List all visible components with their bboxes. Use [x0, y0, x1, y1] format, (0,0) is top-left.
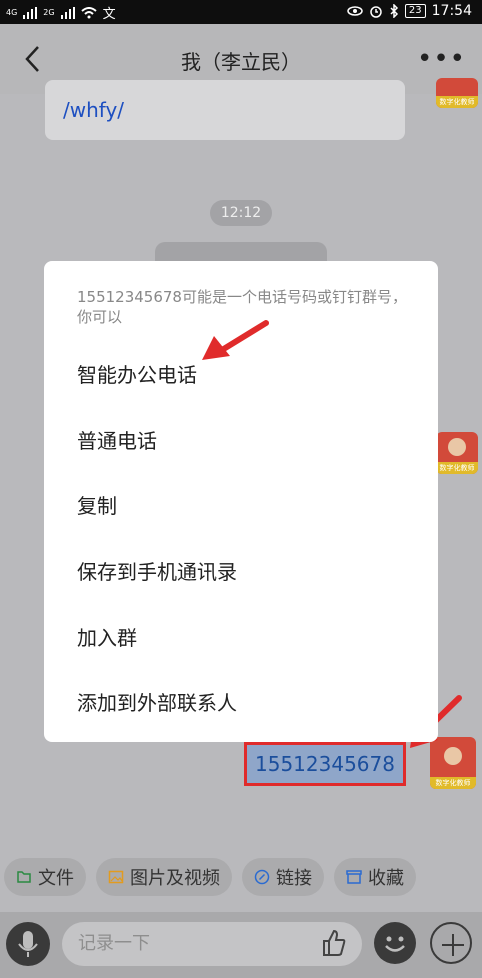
image-icon [108, 870, 124, 884]
menu-item-normal-call[interactable]: 普通电话 [77, 425, 397, 454]
signal-icon [60, 6, 75, 19]
avatar-tag: 数字化教师 [436, 462, 478, 474]
avatar-face [448, 438, 466, 456]
input-placeholder: 记录一下 [78, 933, 150, 954]
phone-number-message[interactable]: 15512345678 [244, 742, 406, 786]
emoji-icon [385, 936, 405, 952]
more-options-icon[interactable]: ••• [417, 44, 466, 74]
quick-action-media[interactable]: 图片及视频 [96, 858, 232, 896]
message-link-text[interactable]: /whfy/ [63, 98, 124, 122]
alarm-icon [370, 6, 382, 18]
menu-item-save-contact[interactable]: 保存到手机通讯录 [77, 556, 397, 585]
annotation-arrow-icon [202, 320, 269, 360]
signal-2g-label: 2G [43, 8, 55, 17]
status-bar: 4G 2G 文 23 17:54 [0, 0, 482, 24]
thumbs-up-icon[interactable] [322, 928, 346, 958]
battery-indicator: 23 [404, 4, 426, 18]
microphone-icon [18, 931, 38, 957]
link-icon [254, 869, 270, 885]
bluetooth-icon [390, 4, 398, 18]
file-icon [17, 871, 31, 883]
quick-action-link[interactable]: 链接 [242, 858, 324, 896]
emoji-button[interactable] [374, 922, 416, 964]
signal-icon [23, 6, 38, 19]
timestamp-badge: 12:12 [210, 200, 272, 226]
microphone-button[interactable] [6, 922, 50, 966]
status-time: 17:54 [431, 3, 472, 19]
quick-action-label: 链接 [276, 868, 312, 889]
quick-action-favorites[interactable]: 收藏 [334, 858, 416, 896]
avatar-tag: 数字化教师 [436, 96, 478, 108]
box-icon [346, 870, 362, 884]
quick-actions-bar: 文件 图片及视频 链接 收藏 [0, 852, 482, 908]
translate-icon: 文 [102, 7, 116, 22]
phone-number-text: 15512345678 [255, 752, 395, 776]
wifi-icon [80, 6, 97, 18]
input-bar: 记录一下 [0, 912, 482, 978]
avatar[interactable]: 数字化教师 [436, 78, 478, 108]
message-input[interactable]: 记录一下 [62, 922, 362, 966]
menu-item-add-external-contact[interactable]: 添加到外部联系人 [77, 687, 397, 716]
page-title: 我（李立民） [181, 50, 301, 74]
quick-action-file[interactable]: 文件 [4, 858, 86, 896]
add-button[interactable] [430, 922, 472, 964]
avatar[interactable]: 数字化教师 [436, 432, 478, 474]
quick-action-label: 图片及视频 [130, 868, 220, 889]
eye-icon [347, 6, 363, 16]
avatar-tag: 数字化教师 [430, 777, 476, 789]
signal-4g-label: 4G [6, 8, 18, 17]
quick-action-label: 文件 [38, 868, 74, 889]
menu-item-copy[interactable]: 复制 [77, 490, 397, 519]
message-bubble-link[interactable]: /whfy/ [45, 80, 405, 140]
quick-action-label: 收藏 [368, 868, 404, 889]
menu-item-join-group[interactable]: 加入群 [77, 622, 397, 651]
